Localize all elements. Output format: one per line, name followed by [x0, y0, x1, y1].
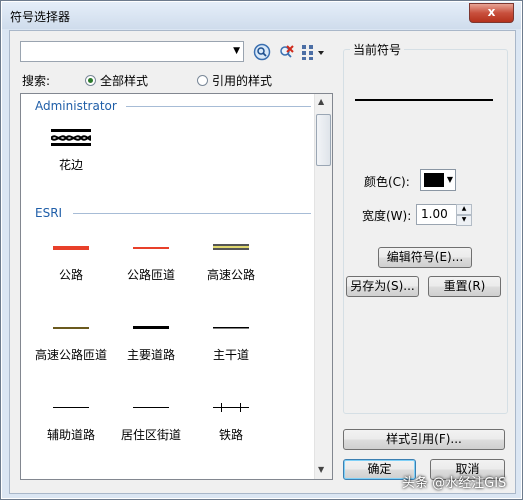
group-divider — [73, 213, 311, 214]
chevron-down-icon[interactable]: ▼ — [233, 46, 240, 56]
color-picker-button[interactable]: ▼ — [420, 169, 456, 191]
radio-unselected-dot[interactable] — [197, 75, 208, 86]
save-as-button[interactable]: 另存为(S)... — [346, 276, 419, 297]
scroll-thumb[interactable] — [316, 114, 331, 166]
search-label: 搜索: — [22, 74, 51, 88]
radio-referenced-styles[interactable]: 引用的样式 — [197, 72, 272, 89]
major-road-line-icon — [133, 326, 169, 329]
chevron-down-icon: ▼ — [446, 175, 453, 184]
current-symbol-title: 当前符号 — [350, 41, 405, 58]
list-scrollbar[interactable]: ▲ ▼ — [314, 94, 332, 479]
symbol-label: 高速公路匝道 — [34, 348, 107, 362]
symbol-label: 高速公路 — [206, 268, 255, 282]
scroll-down-icon[interactable]: ▼ — [318, 465, 324, 474]
clear-search-icon[interactable] — [277, 43, 295, 61]
symbol-label: 公路 — [58, 268, 83, 282]
expressway-line-icon — [213, 244, 249, 250]
view-options-icon[interactable] — [301, 43, 327, 61]
style-combo[interactable]: ▼ — [20, 41, 244, 62]
spin-down-icon[interactable]: ▼ — [456, 215, 472, 226]
dialog-body: ▼ 搜索: 全部样式 引用的样式 Administrator 花边 ESRI 公… — [9, 30, 516, 494]
arterial-line-icon — [213, 327, 249, 329]
close-button[interactable]: x — [469, 3, 514, 23]
watermark: 头条 @水经注GIS — [402, 476, 507, 491]
symbol-label: 居住区街道 — [120, 428, 181, 442]
symbol-label: 花边 — [58, 158, 83, 172]
style-references-button[interactable]: 样式引用(F)... — [343, 429, 505, 450]
width-label: 宽度(W): — [362, 209, 412, 223]
railway-line-icon — [213, 403, 249, 412]
current-symbol-panel — [343, 49, 508, 414]
search-icon[interactable] — [253, 43, 271, 61]
symbol-label: 主要道路 — [126, 348, 175, 362]
symbol-selector-window: 符号选择器 x ▼ 搜索: 全部样式 引用的样式 Administrator 花… — [0, 0, 523, 500]
color-swatch — [424, 173, 444, 187]
reset-button[interactable]: 重置(R) — [428, 276, 501, 297]
window-title: 符号选择器 — [10, 10, 71, 24]
color-label: 颜色(C): — [364, 175, 410, 189]
scroll-up-icon[interactable]: ▲ — [318, 97, 324, 106]
group-divider — [126, 106, 311, 107]
residential-street-line-icon — [133, 407, 169, 408]
symbol-label: 公路匝道 — [126, 268, 175, 282]
highway-ramp-line-icon — [133, 247, 169, 249]
radio-all-styles-label: 全部样式 — [100, 74, 149, 88]
symbol-label: 铁路 — [218, 428, 243, 442]
title-bar: 符号选择器 x — [2, 2, 521, 29]
symbol-label: 主干道 — [212, 348, 249, 362]
group-header-administrator: Administrator — [35, 99, 117, 113]
edit-symbol-button[interactable]: 编辑符号(E)... — [378, 247, 472, 268]
symbol-label: 辅助道路 — [46, 428, 95, 442]
symbol-list[interactable]: Administrator 花边 ESRI 公路 公路匝道 高速公路 高速公路匝… — [20, 93, 333, 480]
lace-border-icon — [51, 129, 91, 146]
width-spinner[interactable]: ▲ ▼ — [456, 204, 472, 226]
spin-up-icon[interactable]: ▲ — [456, 204, 472, 215]
group-header-esri: ESRI — [35, 206, 63, 220]
expressway-ramp-line-icon — [53, 327, 89, 329]
radio-referenced-styles-label: 引用的样式 — [212, 74, 273, 88]
secondary-road-line-icon — [53, 407, 89, 408]
highway-line-icon — [53, 246, 89, 250]
symbol-preview — [355, 99, 493, 101]
radio-all-styles[interactable]: 全部样式 — [85, 72, 148, 89]
radio-selected-dot[interactable] — [85, 75, 96, 86]
